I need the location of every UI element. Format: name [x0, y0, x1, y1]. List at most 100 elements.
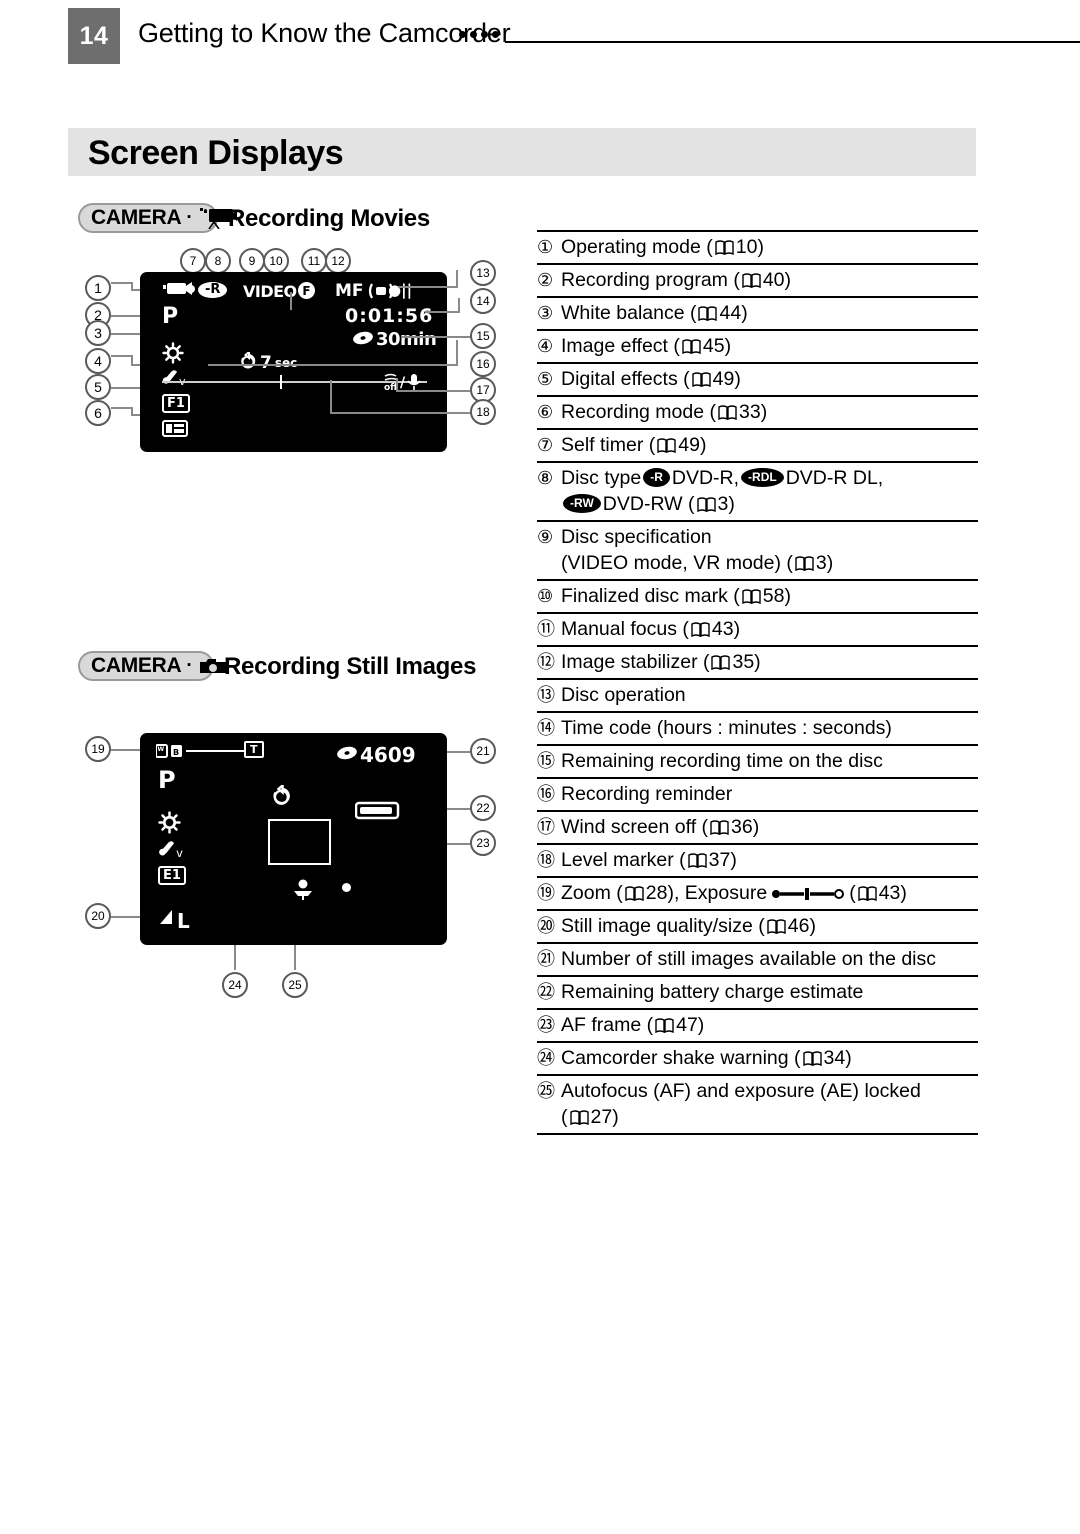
legend-number: ㉔: [537, 1048, 555, 1068]
callout-25: 25: [282, 972, 308, 998]
legend-row-12: ⑫ Image stabilizer (35): [537, 645, 978, 678]
legend-tail: ): [728, 493, 735, 515]
legend-text: AF frame (: [561, 1014, 654, 1036]
section-heading: Screen Displays: [88, 134, 344, 172]
self-timer-unit: sec: [274, 356, 298, 370]
callout-13: 13: [470, 260, 496, 286]
svg-text:v: v: [176, 846, 183, 860]
legend-page: 37: [708, 849, 731, 871]
legend-row-24: ㉔ Camcorder shake warning ( 34): [537, 1041, 978, 1074]
white-balance-daylight-icon: [162, 342, 184, 368]
legend-row-13: ⑬ Disc operation: [537, 678, 978, 711]
dot-icon: [492, 31, 499, 38]
legend-row-2: ② Recording program (40): [537, 263, 978, 296]
legend-row-25: ㉕ Autofocus (AF) and exposure (AE) locked…: [537, 1074, 978, 1135]
lcd-screen-recording-stills: W B T P v E1 L 4609: [140, 733, 447, 945]
legend-page: 35: [732, 651, 755, 673]
leader-13b: [456, 270, 458, 288]
legend-row-9: ⑨ Disc specification (VIDEO mode, VR mode…: [537, 520, 978, 579]
legend-page: 33: [739, 401, 761, 423]
callout-9: 9: [239, 248, 265, 274]
legend-tail: ): [730, 849, 737, 871]
book-icon: [657, 434, 676, 454]
leader-15: [402, 336, 470, 338]
digital-effects-badge: F1: [162, 394, 190, 413]
page-number: 14: [68, 8, 120, 64]
legend-number: ⑱: [537, 850, 555, 870]
legend-text: Finalized disc mark (: [561, 585, 740, 607]
legend-row-7: ⑦ Self timer (49): [537, 428, 978, 461]
legend-tail3: ): [900, 882, 907, 904]
level-marker-center-tick: [280, 375, 282, 389]
legend-row-4: ④ Image effect (45): [537, 329, 978, 362]
disc-operation-value: ●||: [388, 281, 413, 299]
legend-tail: ): [724, 335, 732, 357]
legend-number: ㉑: [537, 949, 555, 969]
legend-number: ②: [537, 270, 554, 290]
leader-14: [425, 311, 460, 313]
legend-page2: 43: [878, 882, 901, 904]
legend-text: Recording reminder: [561, 783, 733, 805]
legend-number: ⑰: [537, 817, 555, 837]
callout-20: 20: [85, 903, 111, 929]
legend-text: Still image quality/size (: [561, 915, 765, 937]
disc-type-rw-label: DVD-RW (: [602, 493, 695, 515]
zoom-tele-indicator: T: [244, 741, 264, 758]
book-icon: [718, 401, 737, 421]
legend-row-25-line2: (27): [537, 1104, 978, 1130]
self-timer-value: 7: [260, 353, 272, 373]
legend-text: Camcorder shake warning (: [561, 1047, 801, 1069]
leader-13v: [290, 292, 292, 310]
wind-screen-off-icon: off /: [383, 372, 425, 396]
legend-row-10: ⑩ Finalized disc mark (58): [537, 579, 978, 612]
header-dots-decoration: [459, 31, 499, 38]
book-icon: [767, 915, 786, 935]
book-icon: [682, 335, 701, 355]
book-icon: [691, 618, 710, 638]
legend-row-11: ⑪ Manual focus (43): [537, 612, 978, 645]
page-title: Getting to Know the Camcorder: [138, 18, 511, 48]
legend-number: ㉕: [537, 1081, 555, 1101]
digital-effects-badge: E1: [158, 866, 186, 885]
book-icon: [655, 1014, 674, 1034]
callout-8: 8: [205, 248, 231, 274]
dot-icon: [459, 31, 466, 38]
callout-12: 12: [325, 248, 351, 274]
book-icon: [569, 1106, 589, 1126]
manual-focus-value: MF: [335, 281, 364, 301]
battery-icon: [354, 801, 401, 825]
legend-text: Disc operation: [561, 684, 686, 706]
badge-label: CAMERA: [91, 654, 182, 677]
finalized-disc-mark-icon: F: [298, 282, 315, 299]
callout-15: 15: [470, 323, 496, 349]
still-quality-group: L: [158, 908, 190, 931]
leader-4: [111, 355, 133, 357]
callout-24: 24: [222, 972, 248, 998]
legend-tail: ): [845, 1047, 852, 1069]
legend-text: Recording mode (: [561, 401, 716, 423]
legend-page: 34: [823, 1047, 846, 1069]
legend-number: ⑲: [537, 883, 555, 903]
legend-row-3: ③ White balance (44): [537, 296, 978, 329]
legend-tail: ): [741, 302, 748, 324]
legend-page: 46: [787, 915, 810, 937]
legend-page: 27: [590, 1106, 613, 1128]
disc-type-r-label: DVD-R,: [671, 467, 740, 489]
legend-row-19: ⑲ Zoom (28), Exposure (43): [537, 876, 978, 909]
leader-24: [234, 945, 236, 970]
zoom-bar-icon: W B: [155, 743, 186, 763]
book-icon: [802, 1047, 822, 1067]
legend-number: ⑮: [537, 751, 555, 771]
badge-separator: ·: [186, 207, 193, 228]
callout-1: 1: [85, 275, 111, 301]
legend-tail: ): [752, 816, 760, 838]
self-timer-group: 7 sec: [240, 349, 298, 374]
disc-type-rdl-icon: -RDL: [741, 468, 784, 487]
legend-row-18: ⑱ Level marker (37): [537, 843, 978, 876]
legend-page: 43: [711, 618, 734, 640]
page-header: 14 Getting to Know the Camcorder: [0, 0, 1080, 80]
legend-text: Number of still images available on the …: [561, 948, 937, 970]
leader-13: [398, 286, 458, 288]
recording-mode-icon: [162, 420, 188, 441]
svg-text:B: B: [173, 748, 179, 757]
